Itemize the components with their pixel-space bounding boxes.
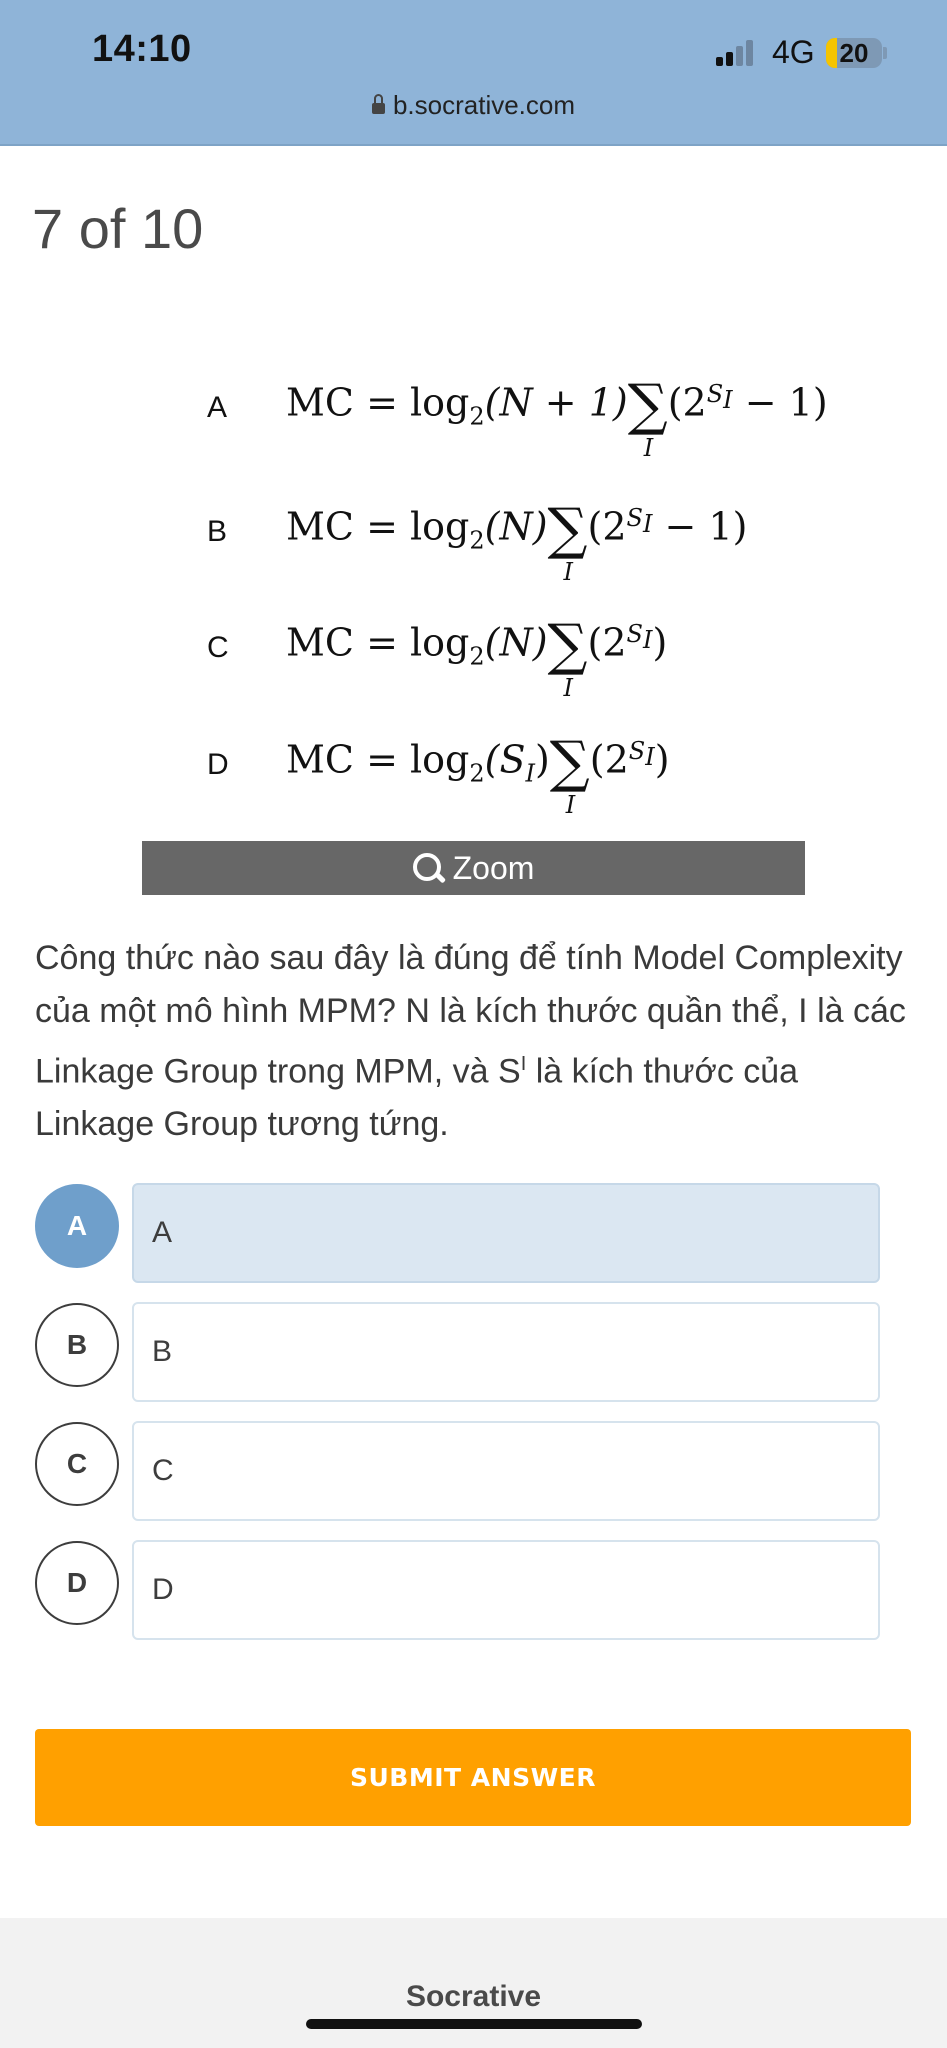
battery-icon: 20 (826, 38, 882, 68)
cell-signal-icon (716, 40, 760, 66)
url-text: b.socrative.com (392, 90, 576, 120)
url-bar[interactable]: b.socrative.com (0, 90, 947, 121)
choice-d-letter[interactable]: D (35, 1541, 119, 1625)
formula-option-letter: A (207, 391, 228, 424)
formula-b: MC = log2(N)∑ I (2SI − 1) (286, 496, 748, 586)
browser-header (0, 0, 947, 146)
lock-icon (371, 94, 385, 114)
choice-c-letter[interactable]: C (35, 1422, 119, 1506)
formula-option-letter: C (207, 631, 229, 664)
choice-a-letter[interactable]: A (35, 1184, 119, 1268)
formula-d: MC = log2(SI)∑ I (2SI) (286, 729, 670, 819)
formula-option-letter: D (207, 748, 229, 781)
submit-answer-button[interactable]: SUBMIT ANSWER (35, 1729, 911, 1826)
battery-tip (883, 47, 887, 59)
choice-a-button[interactable]: A (132, 1183, 880, 1283)
zoom-label: Zoom (452, 850, 535, 886)
formula-option-letter: B (207, 515, 228, 548)
question-text: Công thức nào sau đây là đúng để tính Mo… (35, 939, 906, 1144)
formula-c: MC = log2(N)∑ I (2SI) (286, 612, 668, 702)
formula-a: MC = log2(N + 1)∑ I (2SI − 1) (286, 372, 828, 462)
formula-image: A MC = log2(N + 1)∑ I (2SI − 1) B MC = log… (190, 350, 828, 830)
search-icon (412, 852, 446, 884)
network-type: 4G (772, 34, 815, 70)
choice-b-letter[interactable]: B (35, 1303, 119, 1387)
choice-c-button[interactable]: C (132, 1421, 880, 1521)
footer-brand: Socrative (405, 1980, 542, 2013)
zoom-button[interactable]: Zoom (142, 841, 805, 895)
battery-level-text: 20 (839, 38, 869, 68)
header-divider (0, 144, 947, 146)
choice-b-button[interactable]: B (132, 1302, 880, 1402)
choice-d-button[interactable]: D (132, 1540, 880, 1640)
home-indicator[interactable] (306, 2019, 642, 2029)
question-progress: 7 of 10 (32, 197, 204, 260)
status-time: 14:10 (92, 28, 192, 70)
